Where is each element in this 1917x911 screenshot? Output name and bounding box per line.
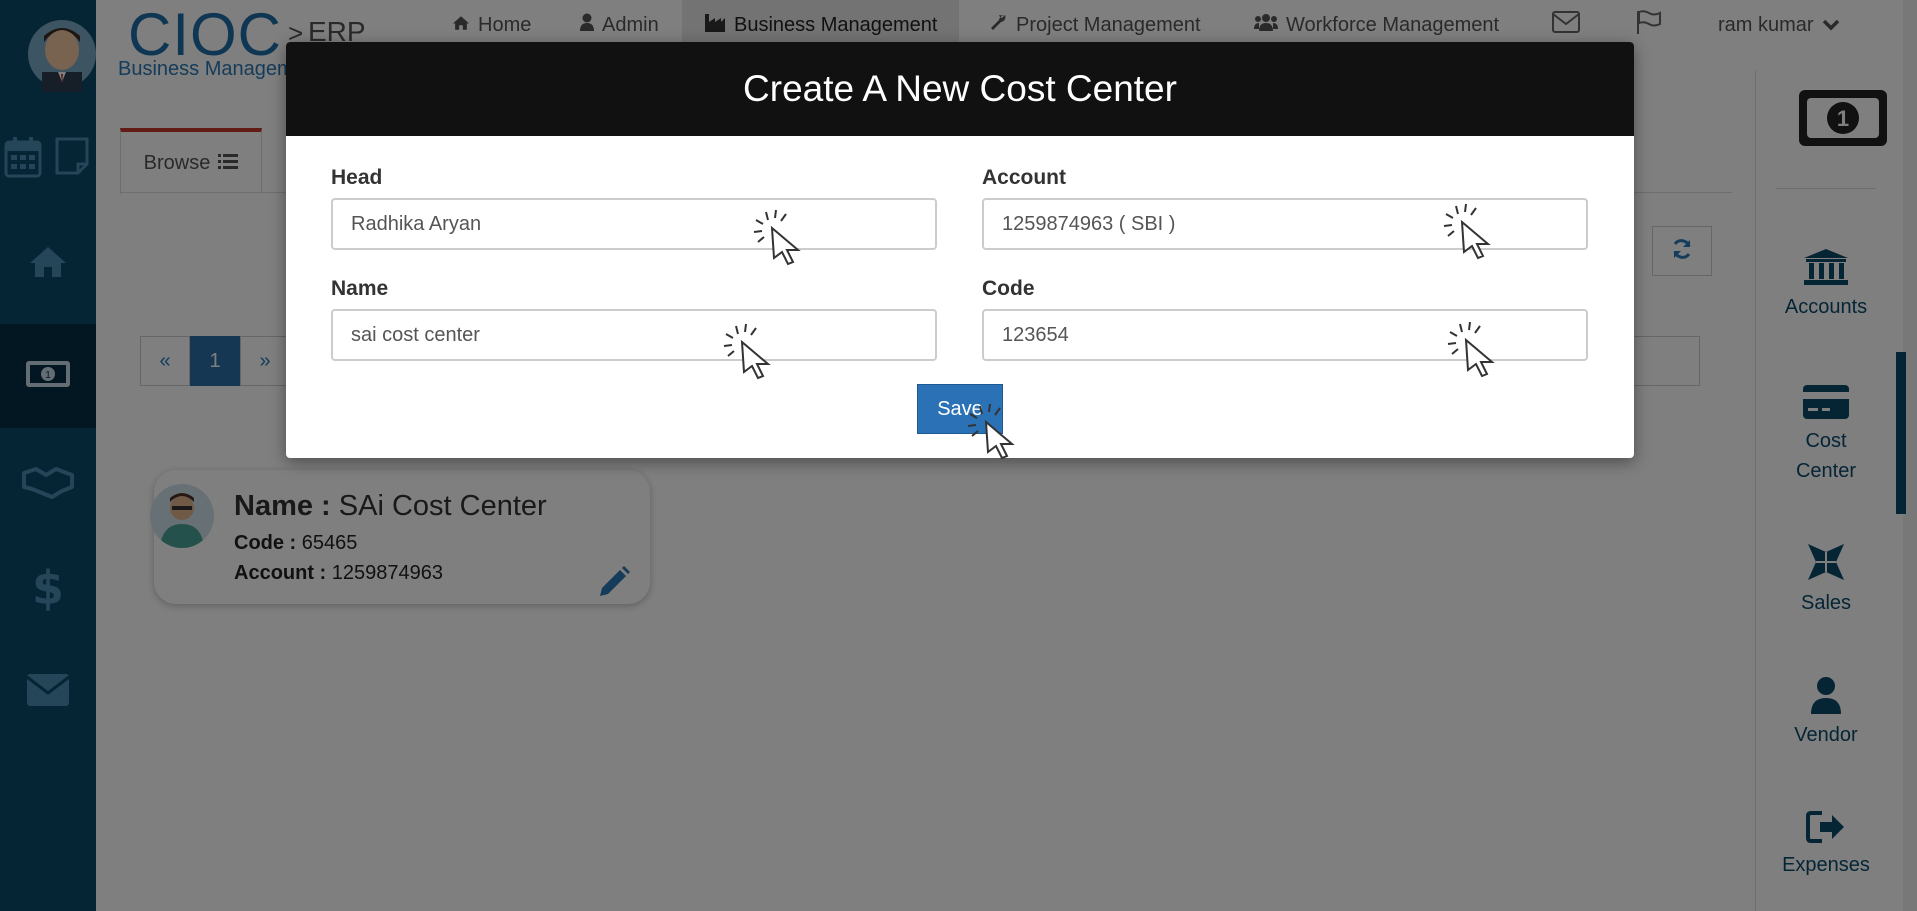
code-label: Code [982, 277, 1035, 300]
click-cursor-icon [1443, 203, 1491, 260]
head-input[interactable] [331, 198, 937, 250]
name-input[interactable] [331, 309, 937, 361]
click-cursor-icon [753, 209, 801, 266]
create-cost-center-modal: Create A New Cost Center Head Account Na… [286, 42, 1634, 458]
head-label: Head [331, 166, 383, 189]
modal-title: Create A New Cost Center [286, 42, 1634, 136]
click-cursor-icon [1447, 321, 1495, 378]
click-cursor-icon [967, 403, 1015, 460]
click-cursor-icon [723, 323, 771, 380]
account-label: Account [982, 166, 1066, 189]
name-label: Name [331, 277, 389, 300]
